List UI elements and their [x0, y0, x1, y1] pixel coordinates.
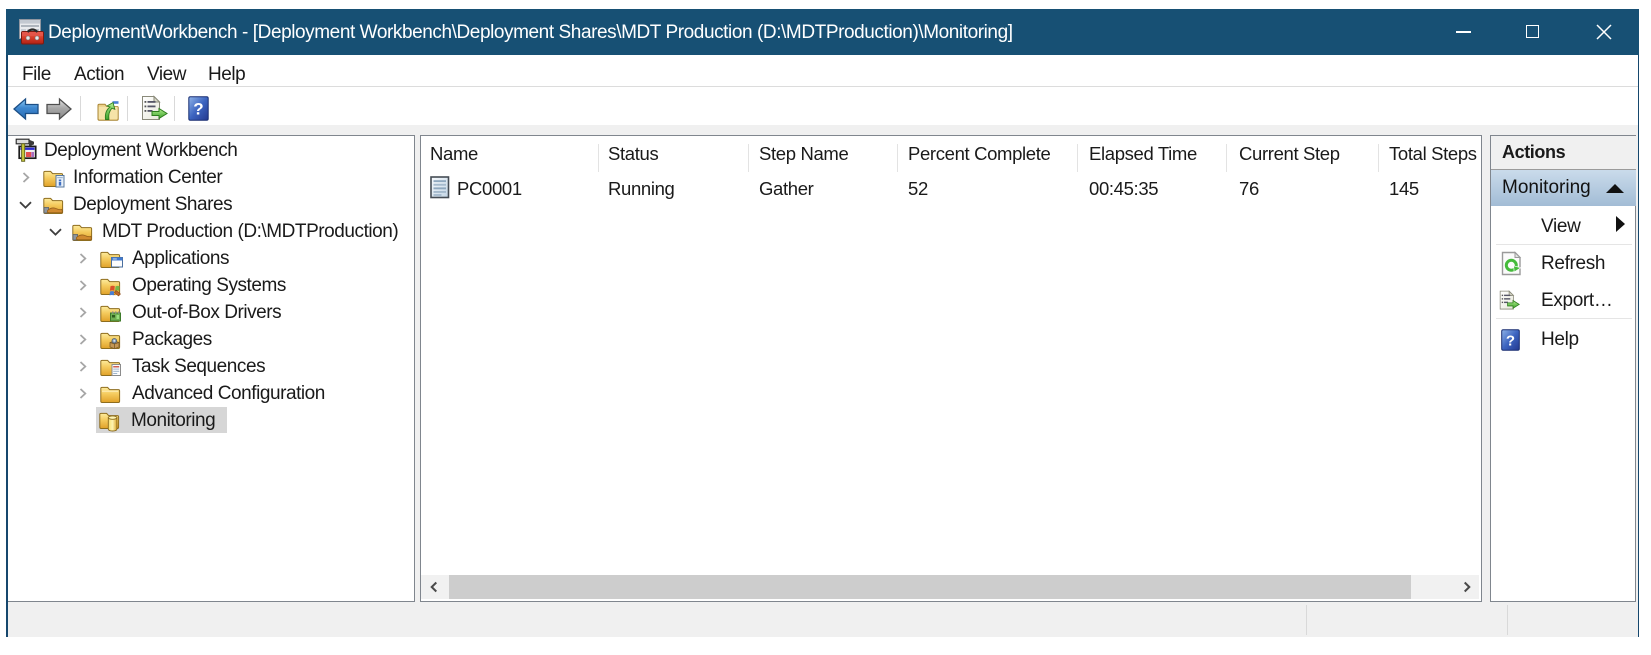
svg-text:?: ? [1506, 333, 1515, 350]
svg-text:?: ? [193, 100, 203, 119]
